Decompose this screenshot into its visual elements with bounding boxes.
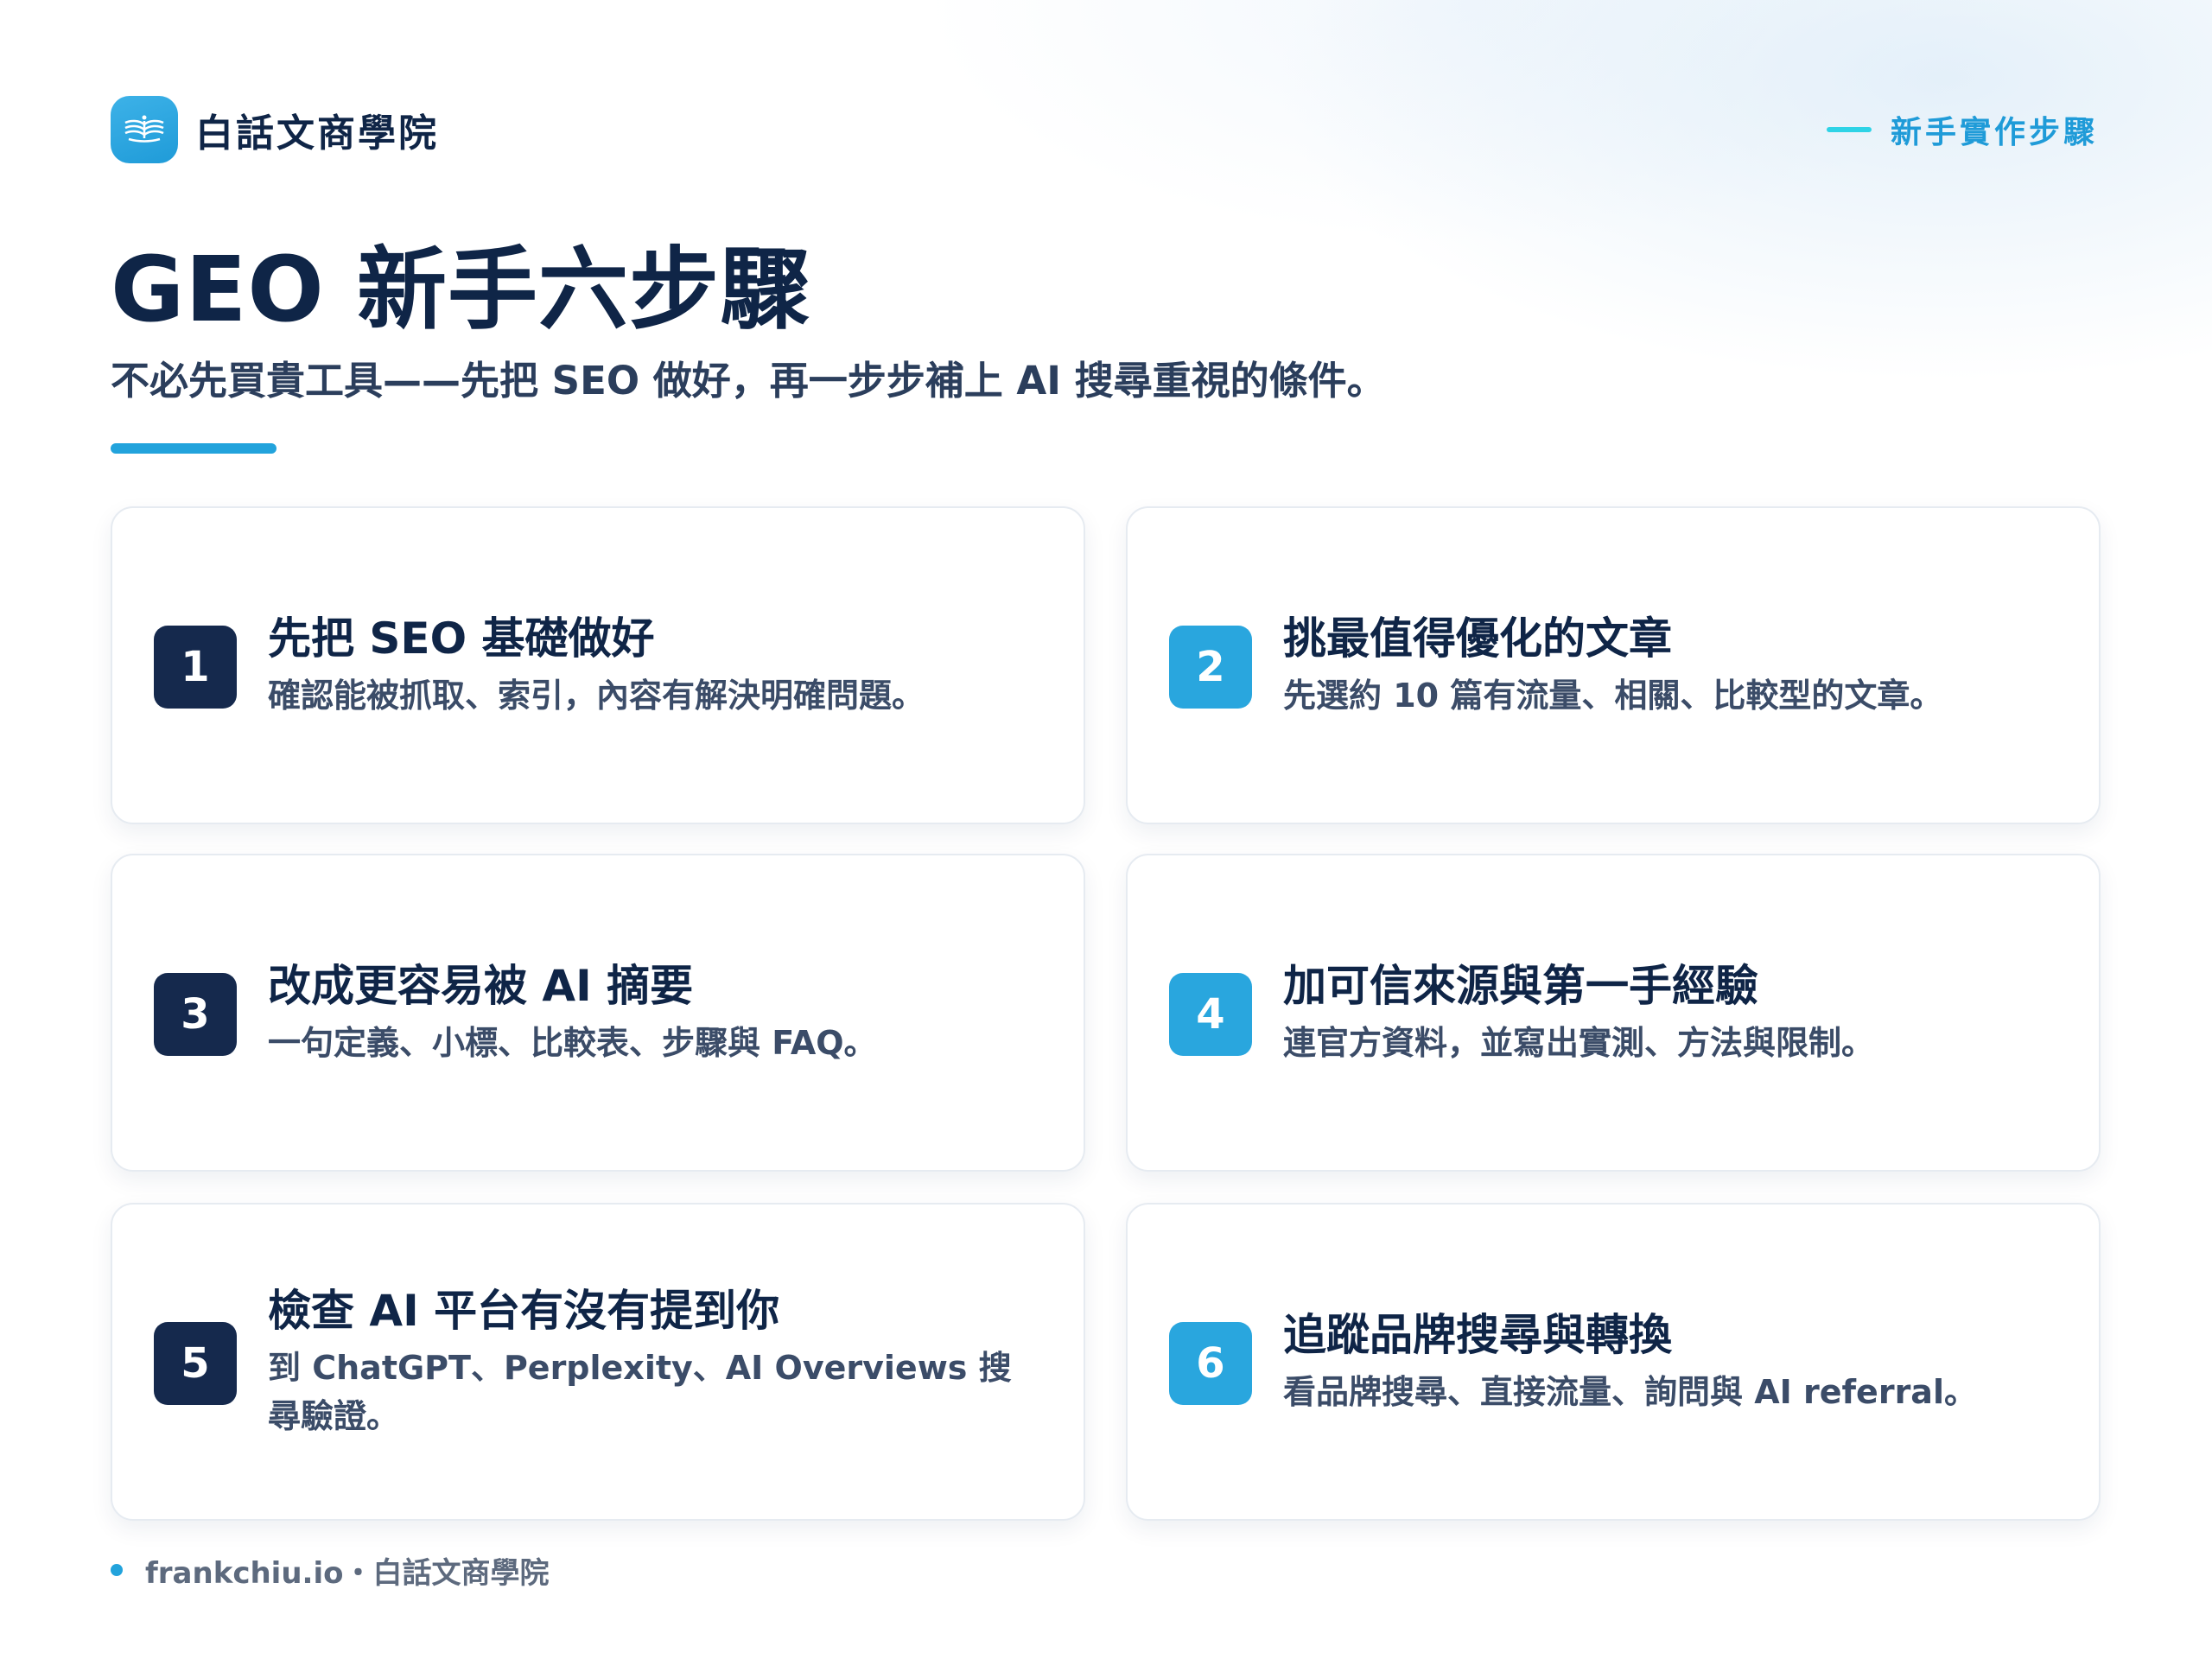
- step-number-badge: 3: [154, 973, 237, 1056]
- step-card-2: 2 挑最值得優化的文章 先選約 10 篇有流量、相關、比較型的文章。: [1126, 506, 2101, 824]
- step-title: 挑最值得優化的文章: [1283, 613, 1672, 664]
- step-title: 檢查 AI 平台有沒有提到你: [268, 1286, 780, 1337]
- section-tag: 新手實作步驟: [1826, 95, 2098, 164]
- step-number-badge: 4: [1169, 973, 1252, 1056]
- step-description: 到 ChatGPT、Perplexity、AI Overviews 搜尋驗證。: [268, 1349, 1012, 1435]
- accent-divider: [111, 443, 276, 454]
- footer: frankchiu.io・白話文商學院: [111, 1548, 549, 1592]
- step-description: 先選約 10 篇有流量、相關、比較型的文章。: [1283, 676, 1943, 715]
- step-card-4: 4 加可信來源與第一手經驗 連官方資料，並寫出實測、方法與限制。: [1126, 854, 2101, 1172]
- open-book-icon: [111, 96, 178, 163]
- section-tag-label: 新手實作步驟: [1890, 115, 2098, 150]
- step-number-badge: 5: [154, 1322, 237, 1405]
- step-card-3: 3 改成更容易被 AI 摘要 一句定義、小標、比較表、步驟與 FAQ。: [111, 854, 1085, 1172]
- step-card-6: 6 追蹤品牌搜尋與轉換 看品牌搜尋、直接流量、詢問與 AI referral。: [1126, 1203, 2101, 1521]
- footer-dot: [111, 1564, 123, 1576]
- step-title: 先把 SEO 基礎做好: [268, 613, 655, 664]
- step-description: 一句定義、小標、比較表、步驟與 FAQ。: [268, 1023, 877, 1062]
- brand[interactable]: 白話文商學院: [111, 95, 439, 164]
- page-subtitle: 不必先買貴工具——先把 SEO 做好，再一步步補上 AI 搜尋重視的條件。: [111, 358, 1386, 404]
- step-card-5: 5 檢查 AI 平台有沒有提到你 到 ChatGPT、Perplexity、AI…: [111, 1203, 1085, 1521]
- step-title: 加可信來源與第一手經驗: [1283, 960, 1758, 1011]
- step-number-badge: 6: [1169, 1322, 1252, 1405]
- footer-credit[interactable]: frankchiu.io・白話文商學院: [145, 1549, 549, 1592]
- step-description: 確認能被抓取、索引，內容有解決明確問題。: [268, 676, 925, 715]
- step-card-1: 1 先把 SEO 基礎做好 確認能被抓取、索引，內容有解決明確問題。: [111, 506, 1085, 824]
- brand-name: 白話文商學院: [195, 111, 439, 156]
- tag-line: [1826, 127, 1872, 132]
- steps-grid: 1 先把 SEO 基礎做好 確認能被抓取、索引，內容有解決明確問題。 2 挑最值…: [111, 506, 2102, 1522]
- step-title: 追蹤品牌搜尋與轉換: [1283, 1309, 1672, 1360]
- step-number-badge: 2: [1169, 626, 1252, 709]
- step-description: 看品牌搜尋、直接流量、詢問與 AI referral。: [1283, 1372, 1977, 1411]
- step-number-badge: 1: [154, 626, 237, 709]
- page-title: GEO 新手六步驟: [111, 237, 811, 342]
- step-title: 改成更容易被 AI 摘要: [268, 960, 694, 1011]
- step-description: 連官方資料，並寫出實測、方法與限制。: [1283, 1023, 1875, 1062]
- header: 白話文商學院 新手實作步驟: [111, 95, 2098, 164]
